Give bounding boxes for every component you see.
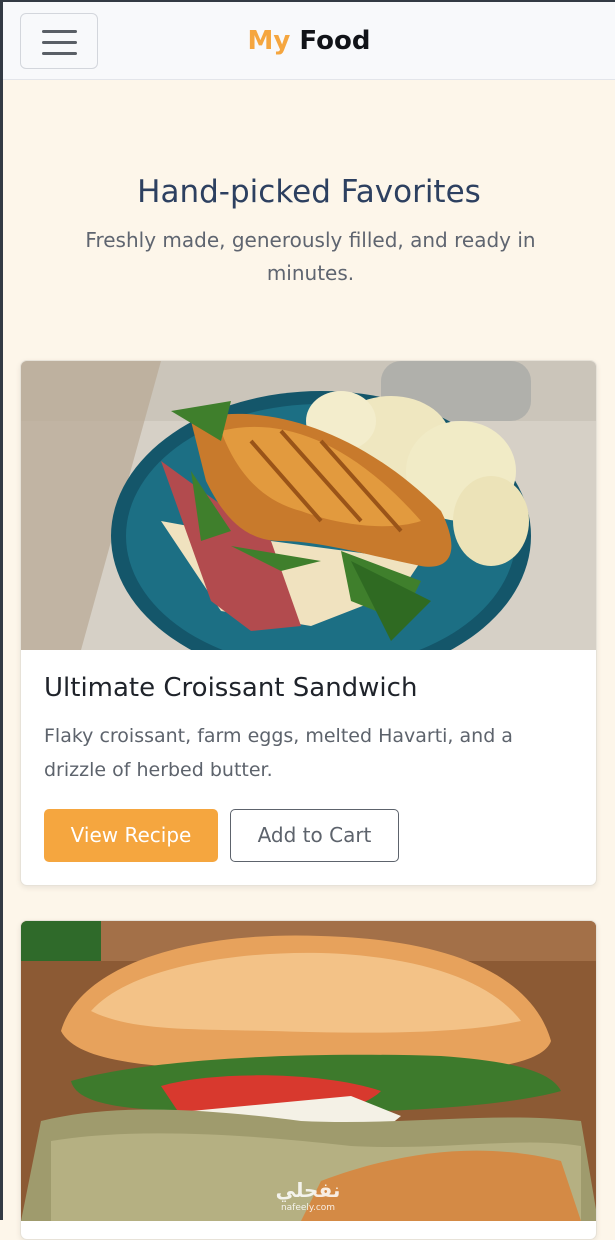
view-recipe-button[interactable]: View Recipe (44, 809, 218, 862)
ciabatta-sandwich-image (21, 921, 596, 1221)
brand-name-food: Food (299, 26, 371, 56)
add-to-cart-button[interactable]: Add to Cart (230, 809, 399, 862)
watermark-arabic-text: نفحلي (275, 1178, 341, 1202)
card-description: Flaky croissant, farm eggs, melted Havar… (44, 725, 513, 781)
watermark-url: nafeely.com (280, 1203, 336, 1213)
section-title: Hand-picked Favorites (137, 174, 481, 210)
site-watermark: نفحلي nafeely.com (268, 1178, 348, 1214)
section-subtitle: Freshly made, generously filled, and rea… (85, 228, 536, 285)
top-navbar: My Food (3, 2, 615, 80)
brand-name-my: My (247, 26, 291, 56)
card-title: Ultimate Croissant Sandwich (44, 673, 418, 703)
croissant-sandwich-image (21, 361, 596, 650)
product-card-croissant: Ultimate Croissant Sandwich Flaky croiss… (20, 360, 597, 886)
brand-logo[interactable]: My Food (3, 26, 615, 56)
